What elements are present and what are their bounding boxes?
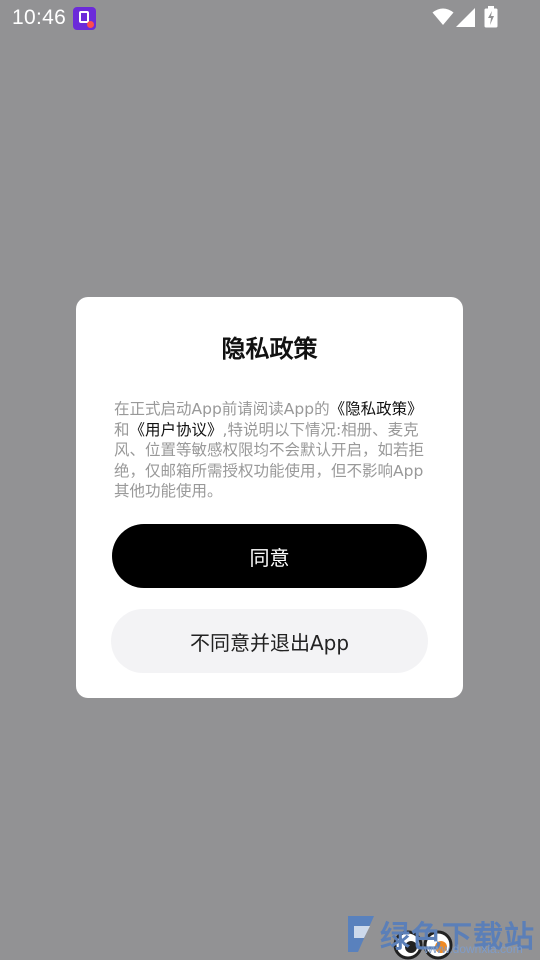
watermark-url: www.downxia.com — [424, 942, 523, 956]
status-bar: 10:46 — [0, 0, 540, 36]
cellular-signal-icon — [456, 8, 475, 27]
wifi-icon — [432, 8, 454, 25]
screen: 10:46 隐私政策 在正式启动App前请阅读App的《隐私政策》和《用户协议》… — [0, 0, 540, 960]
agree-button[interactable]: 同意 — [112, 524, 427, 588]
dialog-body-text: 在正式启动App前请阅读App的《隐私政策》和《用户协议》,特说明以下情况:相册… — [114, 399, 424, 502]
watermark: 绿色下载站 www.downxia.com — [344, 908, 540, 960]
dialog-title: 隐私政策 — [221, 335, 318, 363]
user-agreement-link[interactable]: 《用户协议》 — [130, 421, 223, 439]
body-text-intro: 在正式启动App前请阅读App的 — [114, 400, 330, 418]
body-text-and: 和 — [114, 420, 130, 439]
privacy-policy-link[interactable]: 《隐私政策》 — [330, 400, 423, 418]
battery-charging-icon — [484, 6, 498, 28]
privacy-policy-dialog: 隐私政策 在正式启动App前请阅读App的《隐私政策》和《用户协议》,特说明以下… — [76, 297, 463, 698]
app-notification-icon — [73, 7, 96, 30]
disagree-exit-button[interactable]: 不同意并退出App — [111, 609, 428, 673]
watermark-logo-icon — [348, 916, 374, 952]
status-time: 10:46 — [12, 6, 67, 29]
